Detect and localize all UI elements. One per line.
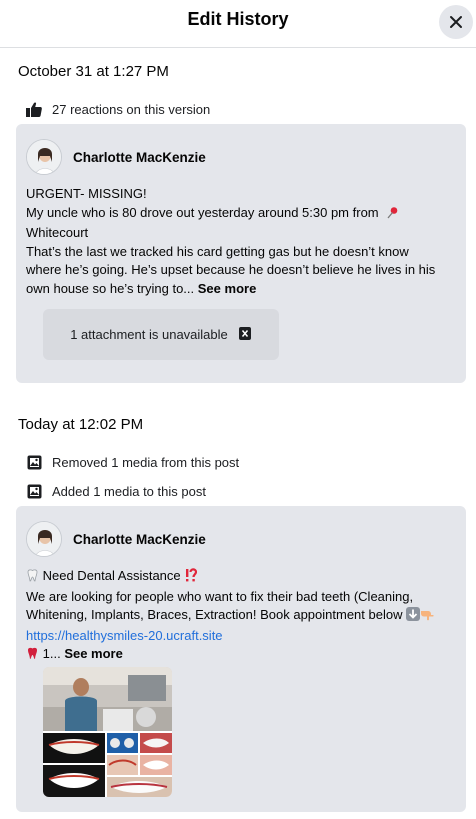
close-icon: [450, 16, 462, 28]
version-date: Today at 12:02 PM: [18, 416, 144, 433]
post-line: Whitening, Implants, Braces, Extraction!…: [26, 606, 452, 627]
media-change-row: Removed 1 media from this post: [26, 453, 239, 471]
post-line: own house so he’s trying to... See more: [26, 280, 257, 296]
thumbs-up-icon: [26, 101, 42, 117]
post-line: 1... See more: [26, 645, 452, 666]
post-line: URGENT- MISSING!: [26, 186, 147, 201]
unavailable-attachment: 1 attachment is unavailable: [43, 309, 279, 360]
attachment-text: 1 attachment is unavailable: [70, 327, 228, 342]
pushpin-icon: [386, 206, 399, 225]
post-text: Need Dental Assistance We are looking fo…: [26, 567, 452, 666]
media-removed-text: Removed 1 media from this post: [52, 454, 240, 470]
post-text: URGENT- MISSING! My uncle who is 80 drov…: [26, 185, 452, 298]
dental-collage-image[interactable]: [43, 667, 172, 797]
pointing-down-icon: [420, 607, 434, 627]
dialog-title: Edit History: [187, 9, 289, 29]
post-line: My uncle who is 80 drove out yesterday a…: [26, 204, 452, 225]
red-tooth-icon: [26, 647, 39, 666]
reactions-row: 27 reactions on this version: [26, 100, 210, 118]
close-button[interactable]: [439, 5, 473, 39]
dialog-header: Edit History: [0, 0, 476, 48]
exclamation-question-icon: [184, 568, 198, 588]
media-icon: [26, 454, 42, 470]
see-more-link[interactable]: See more: [198, 281, 257, 296]
author-row: Charlotte MacKenzie: [26, 521, 206, 557]
media-icon: [26, 483, 42, 499]
reactions-text: 27 reactions on this version: [52, 101, 211, 117]
post-line: https://healthysmiles-20.ucraft.site: [26, 627, 452, 646]
author-name[interactable]: Charlotte MacKenzie: [73, 532, 206, 547]
post-line: That’s the last we tracked his card gett…: [26, 243, 409, 259]
unavailable-attachment-icon: [238, 326, 252, 344]
post-line: We are looking for people who want to fi…: [26, 588, 414, 604]
avatar[interactable]: [26, 521, 62, 557]
author-row: Charlotte MacKenzie: [26, 139, 206, 175]
media-added-text: Added 1 media to this post: [52, 483, 206, 499]
version-date: October 31 at 1:27 PM: [18, 63, 169, 80]
post-link[interactable]: https://healthysmiles-20.ucraft.site: [26, 628, 223, 643]
down-arrow-icon: [406, 607, 421, 627]
post-line: Whitecourt: [26, 225, 89, 240]
avatar[interactable]: [26, 139, 62, 175]
media-change-row: Added 1 media to this post: [26, 482, 206, 500]
post-card: Charlotte MacKenzie Need Dental Assistan…: [16, 506, 466, 812]
post-line: where he’s going. He’s upset because he …: [26, 262, 436, 277]
tooth-icon: [26, 569, 39, 588]
post-card: Charlotte MacKenzie URGENT- MISSING! My …: [16, 124, 466, 383]
author-name[interactable]: Charlotte MacKenzie: [73, 150, 206, 165]
post-line: Need Dental Assistance: [26, 567, 452, 588]
see-more-link[interactable]: See more: [64, 646, 123, 661]
